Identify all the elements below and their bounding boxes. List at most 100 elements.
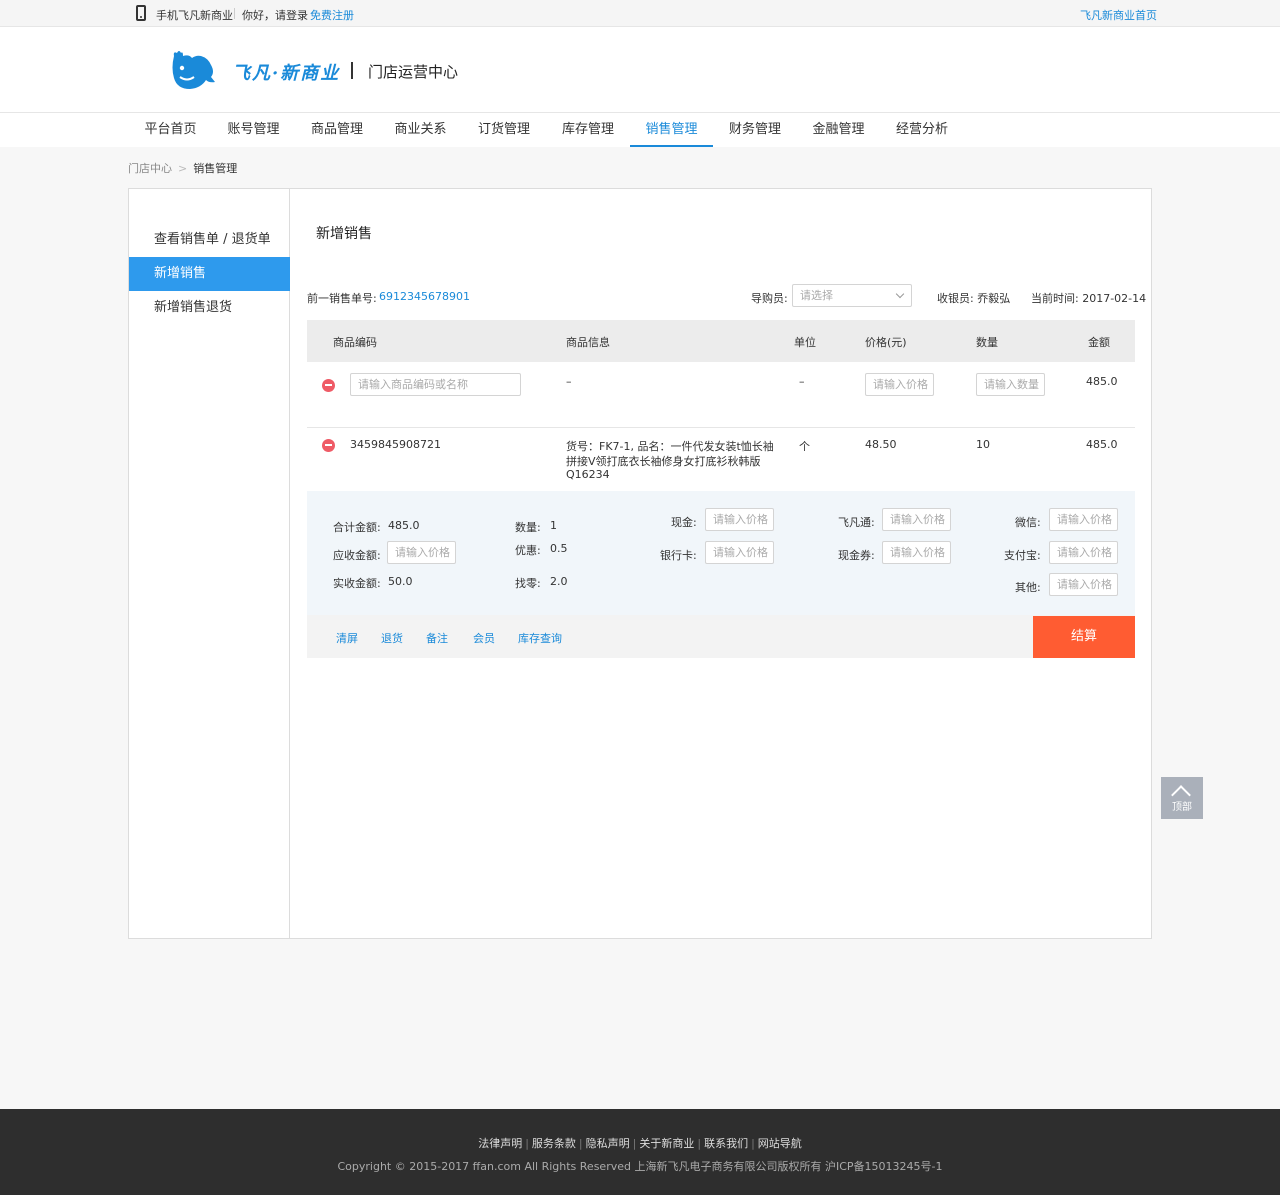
quantity-input[interactable]: 请输入数量: [976, 373, 1045, 396]
wechat-label: 微信:: [1015, 516, 1041, 529]
stock-query-button[interactable]: 库存查询: [518, 630, 562, 646]
feifan-label: 飞凡通:: [838, 516, 875, 529]
product-code-input[interactable]: 请输入商品编码或名称: [350, 373, 521, 396]
remove-row-icon[interactable]: [322, 379, 335, 392]
mobile-app-link[interactable]: 手机飞凡新商业: [156, 7, 233, 23]
breadcrumb-root[interactable]: 门店中心: [128, 162, 172, 175]
col-code: 商品编码: [333, 336, 377, 349]
breadcrumb-separator: >: [178, 162, 188, 175]
total-label: 合计金额:: [333, 521, 381, 534]
table-header: 商品编码 商品信息 单位 价格(元) 数量 金额: [307, 320, 1135, 362]
price-input[interactable]: 请输入价格: [865, 373, 934, 396]
nav-business-relations[interactable]: 商业关系: [379, 113, 462, 147]
footer-link-terms[interactable]: 服务条款: [532, 1137, 576, 1150]
nav-finance[interactable]: 财务管理: [713, 113, 797, 147]
member-button[interactable]: 会员: [473, 630, 495, 646]
col-info: 商品信息: [566, 336, 610, 349]
col-price: 价格(元): [865, 336, 907, 349]
total-value: 485.0: [388, 519, 420, 532]
footer-link-contact[interactable]: 联系我们: [704, 1137, 748, 1150]
col-unit: 单位: [794, 336, 816, 349]
received-value: 50.0: [388, 575, 413, 588]
footer-link-sitemap[interactable]: 网站导航: [758, 1137, 802, 1150]
clear-button[interactable]: 清屏: [336, 630, 358, 646]
sidebar-item-new-return[interactable]: 新增销售退货: [129, 291, 290, 325]
nav-ordering[interactable]: 订货管理: [462, 113, 546, 147]
settle-button[interactable]: 结算: [1033, 616, 1135, 658]
cash-label: 现金:: [671, 516, 697, 529]
action-bar: 清屏 退货 备注 会员 库存查询: [307, 615, 1135, 658]
cashier-info: 收银员: 乔毅弘: [937, 292, 1011, 305]
other-label: 其他:: [1015, 581, 1041, 594]
change-label: 找零:: [515, 577, 541, 590]
login-link[interactable]: 你好，请登录: [242, 7, 308, 23]
footer-link-privacy[interactable]: 隐私声明: [586, 1137, 630, 1150]
wechat-input[interactable]: 请输入价格: [1049, 508, 1118, 531]
guide-label: 导购员:: [751, 292, 788, 305]
cash-input[interactable]: 请输入价格: [705, 508, 774, 531]
row-amount: 485.0: [1086, 438, 1118, 451]
bankcard-input[interactable]: 请输入价格: [705, 541, 774, 564]
copyright: Copyright © 2015-2017 ffan.com All Right…: [337, 1160, 943, 1173]
footer: 法律声明 | 服务条款 | 隐私声明 | 关于新商业 | 联系我们 | 网站导航 Copyright…: [0, 1109, 1280, 1195]
receivable-label: 应收金额:: [333, 549, 381, 562]
input-row-amount: 485.0: [1086, 375, 1118, 388]
footer-links: 法律声明 | 服务条款 | 隐私声明 | 关于新商业 | 联系我们 | 网站导航: [478, 1137, 802, 1150]
receivable-input[interactable]: 请输入价格: [387, 541, 456, 564]
row-info-line-1: 货号：FK7-1, 品名：一件代发女装t恤长袖: [566, 440, 774, 453]
input-row-unit: –: [799, 375, 805, 388]
nav-platform-home[interactable]: 平台首页: [129, 113, 212, 147]
sidebar-item-new-sale[interactable]: 新增销售: [129, 257, 290, 291]
prev-order-number[interactable]: 6912345678901: [379, 290, 470, 303]
row-price: 48.50: [865, 438, 897, 451]
alipay-input[interactable]: 请输入价格: [1049, 541, 1118, 564]
breadcrumb-current: 销售管理: [193, 162, 238, 175]
chevron-down-icon: [895, 289, 905, 299]
payment-summary: 合计金额: 485.0 应收金额: 请输入价格 实收金额: 50.0 数量: 1…: [307, 491, 1135, 615]
divider: [234, 8, 235, 19]
main-nav: 平台首页 账号管理 商品管理 商业关系 订货管理 库存管理 销售管理 财务管理 …: [0, 113, 1280, 147]
whale-logo-icon[interactable]: [168, 46, 216, 94]
sidebar: 查看销售单 / 退货单 新增销售 新增销售退货: [129, 189, 290, 938]
feifan-input[interactable]: 请输入价格: [882, 508, 951, 531]
note-button[interactable]: 备注: [426, 630, 448, 646]
discount-label: 优惠:: [515, 544, 541, 557]
nav-products[interactable]: 商品管理: [295, 113, 379, 147]
nav-analytics[interactable]: 经营分析: [880, 113, 964, 147]
prev-order-label: 前一销售单号:: [307, 292, 377, 305]
nav-sales[interactable]: 销售管理: [630, 113, 713, 147]
back-to-top-label: 顶部: [1172, 802, 1192, 813]
col-qty: 数量: [976, 336, 998, 349]
top-bar: 手机飞凡新商业 你好，请登录 免费注册 飞凡新商业首页: [0, 0, 1280, 27]
current-time: 当前时间: 2017-02-14: [1031, 292, 1147, 305]
voucher-input[interactable]: 请输入价格: [882, 541, 951, 564]
home-link[interactable]: 飞凡新商业首页: [1080, 7, 1157, 23]
bankcard-label: 银行卡:: [660, 549, 697, 562]
back-to-top-button[interactable]: 顶部: [1161, 777, 1203, 819]
voucher-label: 现金券:: [838, 549, 875, 562]
received-label: 实收金额:: [333, 577, 381, 590]
mobile-phone-icon: [136, 5, 146, 21]
footer-link-about[interactable]: 关于新商业: [639, 1137, 694, 1150]
return-button[interactable]: 退货: [381, 630, 403, 646]
logo-text: 飞凡·新商业: [232, 63, 341, 84]
nav-account[interactable]: 账号管理: [212, 113, 295, 147]
other-input[interactable]: 请输入价格: [1049, 573, 1118, 596]
change-value: 2.0: [550, 575, 568, 588]
sidebar-item-view-sales[interactable]: 查看销售单 / 退货单: [129, 223, 290, 257]
nav-banking[interactable]: 金融管理: [797, 113, 880, 147]
guide-select-placeholder: 请选择: [800, 289, 833, 302]
input-row-info: –: [566, 375, 572, 388]
discount-value: 0.5: [550, 542, 568, 555]
row-code: 3459845908721: [350, 438, 441, 451]
row-info-line-2: 拼接V领打底衣长袖修身女打底衫秋韩版: [566, 455, 761, 468]
page-title: 新增销售: [316, 226, 372, 242]
content-panel: 查看销售单 / 退货单 新增销售 新增销售退货 新增销售 前一销售单号: 691…: [128, 188, 1152, 939]
guide-select[interactable]: 请选择: [792, 284, 912, 307]
row-qty: 10: [976, 438, 990, 451]
footer-link-legal[interactable]: 法律声明: [478, 1137, 522, 1150]
remove-row-icon[interactable]: [322, 439, 335, 452]
register-link[interactable]: 免费注册: [310, 7, 354, 23]
qty-label: 数量:: [515, 521, 541, 534]
nav-inventory[interactable]: 库存管理: [546, 113, 630, 147]
